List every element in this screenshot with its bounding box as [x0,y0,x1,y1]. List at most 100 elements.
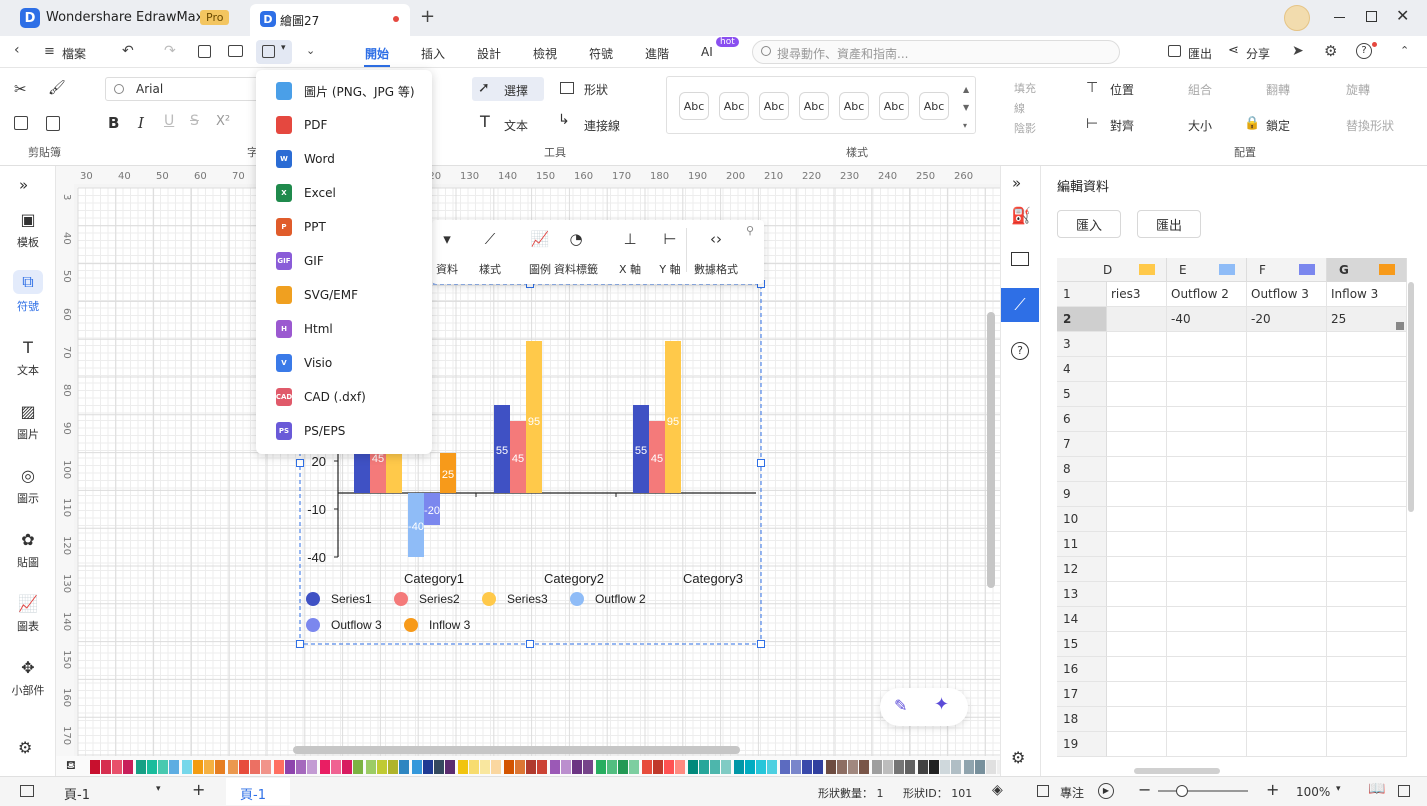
row-number[interactable]: 2 [1057,307,1107,332]
table-cell[interactable] [1247,632,1327,657]
table-cell[interactable] [1327,632,1407,657]
palette-swatch[interactable] [147,760,157,774]
resize-handle[interactable] [757,640,765,648]
table-cell[interactable]: Outflow 2 [1167,282,1247,307]
sidebar-item-icon-library[interactable]: ◎ 圖示 [0,466,56,522]
row-number[interactable]: 5 [1057,382,1107,407]
settings-icon[interactable]: ⚙ [18,738,32,757]
row-number[interactable]: 12 [1057,557,1107,582]
export-button[interactable]: 匯出 [1188,45,1212,62]
export-menu-item[interactable]: CAD CAD (.dxf) [256,380,432,414]
palette-swatch[interactable] [169,760,179,774]
align-icon[interactable]: ⊢ [1086,116,1098,132]
save-icon[interactable] [198,45,211,58]
table-cell[interactable] [1247,457,1327,482]
palette-swatch[interactable] [767,760,777,774]
sidebar-item-widget[interactable]: ✥ 小部件 [0,658,56,714]
palette-swatch[interactable] [158,760,168,774]
underline-icon[interactable]: U [164,113,174,129]
table-cell[interactable] [1327,457,1407,482]
connector-icon[interactable]: ↳ [558,112,570,128]
file-menu[interactable]: 檔案 [62,45,86,62]
palette-swatch[interactable] [618,760,628,774]
export-menu-item[interactable]: V Visio [256,346,432,380]
rotate-button[interactable]: 旋轉 [1346,81,1370,98]
palette-swatch[interactable] [353,760,363,774]
palette-swatch[interactable] [699,760,709,774]
resize-handle[interactable] [296,459,304,467]
document-tab[interactable]: D 繪圖27 [250,4,410,36]
palette-swatch[interactable] [112,760,122,774]
ctx-x-axis-button[interactable]: ⊥ X 軸 [608,228,652,278]
palette-swatch[interactable] [653,760,663,774]
sidebar-item-template[interactable]: ▣ 模板 [0,210,56,266]
table-cell[interactable]: -40 [1167,307,1247,332]
palette-swatch[interactable] [629,760,639,774]
table-cell[interactable] [1107,457,1167,482]
series-color-swatch[interactable] [1219,264,1235,275]
sheet-horizontal-scrollbar[interactable] [1134,768,1220,774]
row-number[interactable]: 15 [1057,632,1107,657]
share-button[interactable]: 分享 [1246,45,1270,62]
table-cell[interactable] [1107,357,1167,382]
palette-swatch[interactable] [756,760,766,774]
table-cell[interactable] [1247,657,1327,682]
table-cell[interactable] [1107,407,1167,432]
palette-swatch[interactable] [469,760,479,774]
undo-icon[interactable]: ↶ [122,43,134,59]
table-cell[interactable] [1167,432,1247,457]
ctx-style-button[interactable]: ⟋ 樣式 [468,228,512,278]
table-cell[interactable]: Outflow 3 [1247,282,1327,307]
palette-swatch[interactable] [561,760,571,774]
table-cell[interactable] [1107,507,1167,532]
tab-symbol[interactable]: 符號 [589,45,613,62]
fullscreen-icon[interactable] [1398,785,1410,797]
ai-sparkle-icon[interactable]: ✦ [934,694,949,715]
table-cell[interactable] [1107,482,1167,507]
palette-swatch[interactable] [872,760,882,774]
palette-swatch[interactable] [664,760,674,774]
hamburger-icon[interactable]: ≡ [44,44,55,59]
export-menu-item[interactable]: X Excel [256,176,432,210]
table-cell[interactable] [1247,707,1327,732]
export-menu-item[interactable]: GIF GIF [256,244,432,278]
replace-shape-button[interactable]: 替換形狀 [1346,117,1394,134]
export-menu-item[interactable]: H Html [256,312,432,346]
palette-swatch[interactable] [964,760,974,774]
row-number[interactable]: 6 [1057,407,1107,432]
gallery-scroll-icon[interactable]: ▲ ▼ ▾ [963,81,969,135]
line-button[interactable]: 線 [1014,100,1025,116]
table-cell[interactable] [1327,582,1407,607]
palette-swatch[interactable] [515,760,525,774]
table-cell[interactable] [1327,607,1407,632]
table-cell[interactable] [1247,682,1327,707]
export-menu-item[interactable]: PDF [256,108,432,142]
style-sample[interactable]: Abc [799,92,829,120]
help-icon[interactable]: ? [1356,43,1372,59]
column-header[interactable]: G [1327,258,1407,282]
table-cell[interactable] [1167,582,1247,607]
more-icon[interactable]: ⌄ [306,44,315,57]
table-cell[interactable] [1247,407,1327,432]
collapse-ribbon-icon[interactable]: ⌃ [1400,44,1409,57]
fill-button[interactable]: 填充 [1014,80,1036,96]
ctx-number-format-button[interactable]: ‹› 數據格式 [694,228,738,278]
table-cell[interactable] [1327,532,1407,557]
page-tab[interactable]: 頁-1 [226,778,290,805]
tab-advanced[interactable]: 進階 [645,45,669,62]
lock-button[interactable]: 鎖定 [1266,117,1290,134]
position-icon[interactable]: ⊤ [1086,80,1098,96]
sidebar-item-chart[interactable]: 📈 圖表 [0,594,56,650]
style-sample[interactable]: Abc [879,92,909,120]
palette-swatch[interactable] [688,760,698,774]
style-sample[interactable]: Abc [719,92,749,120]
table-cell[interactable] [1327,507,1407,532]
table-cell[interactable] [1247,557,1327,582]
layers-icon[interactable]: ◈ [992,782,1003,798]
palette-swatch[interactable] [848,760,858,774]
table-cell[interactable] [1167,532,1247,557]
zoom-out-icon[interactable]: − [1138,780,1151,799]
palette-swatch[interactable] [261,760,271,774]
play-icon[interactable]: ▶ [1098,783,1114,799]
pin-icon[interactable]: ⚲ [746,224,754,237]
